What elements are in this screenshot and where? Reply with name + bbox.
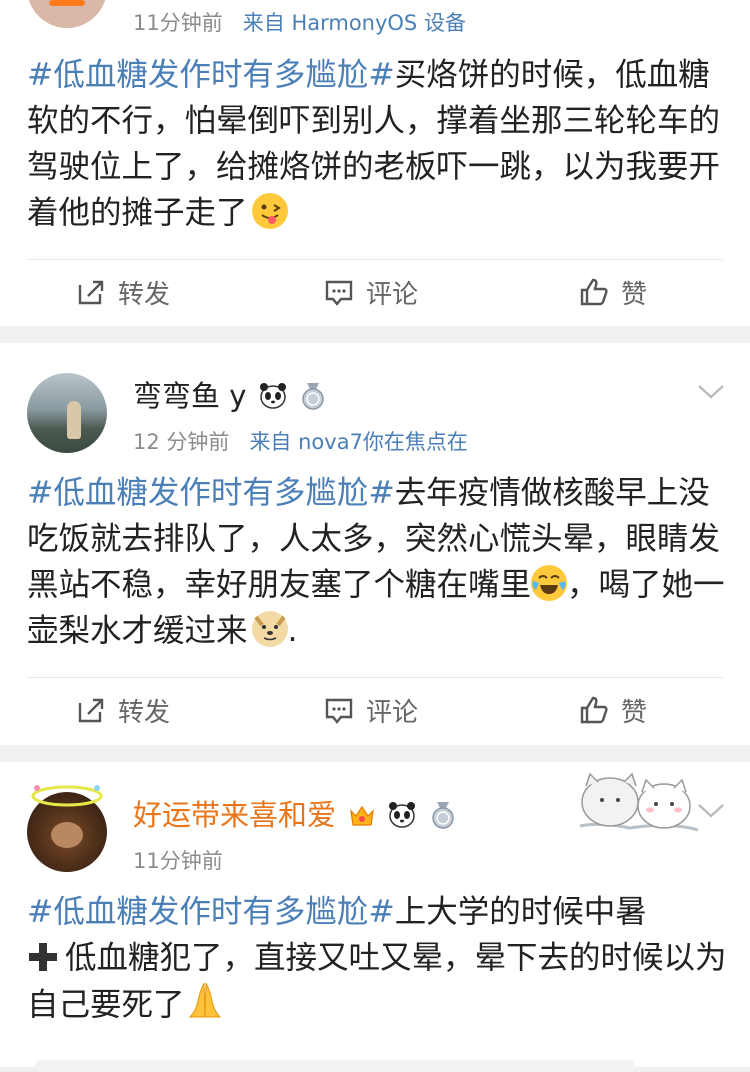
plus-icon: [29, 943, 57, 971]
divider: [27, 677, 723, 678]
post-time: 11分钟前: [133, 849, 223, 873]
repost-icon: [78, 698, 104, 723]
post-source: 来自 nova7你在焦点在: [249, 430, 468, 454]
comment-label: 评论: [366, 279, 419, 310]
comment-button[interactable]: 评论: [324, 680, 418, 740]
comment-label: 评论: [366, 697, 419, 728]
cat-sticker-decoration-icon: [579, 772, 699, 832]
user-name[interactable]: 好运带来喜和爱: [133, 795, 457, 835]
crown-vip-badge-icon: [350, 805, 375, 826]
repost-icon: [78, 280, 104, 305]
like-label: 赞: [621, 279, 648, 310]
repost-button[interactable]: 转发: [76, 262, 170, 322]
hashtag-link[interactable]: #低血糖发作时有多尴尬#: [27, 475, 395, 511]
medal-badge-icon: [431, 802, 454, 829]
repost-button[interactable]: 转发: [76, 680, 170, 740]
post-actions: 转发 评论 赞: [0, 680, 750, 740]
thumbs-up-icon: [580, 278, 608, 306]
halo-decoration-icon: [31, 785, 103, 807]
post-meta: 12 分钟前 来自 nova7你在焦点在: [133, 428, 468, 456]
repost-label: 转发: [118, 697, 171, 728]
weibo-post: 好运带来喜和爱 11分钟前 #低血糖发作时有多尴尬#上大学的时候中暑低血糖犯了，…: [0, 762, 750, 1072]
post-actions: 转发 评论 赞: [0, 262, 750, 322]
user-name[interactable]: 弯弯鱼 y: [133, 376, 327, 416]
bottom-input-bar: [35, 1060, 635, 1072]
comment-icon: [325, 280, 353, 306]
panda-badge-icon: [259, 383, 286, 409]
like-button[interactable]: 赞: [579, 680, 647, 740]
crying-laughing-emoji-icon: [531, 565, 568, 601]
praying-hands-emoji-icon: [188, 982, 221, 1018]
thumbs-up-icon: [580, 696, 608, 724]
post-meta: 11分钟前: [133, 847, 223, 875]
panda-badge-icon: [389, 802, 416, 828]
user-name-text: 好运带来喜和爱: [133, 798, 337, 832]
avatar[interactable]: [27, 373, 107, 453]
post-body-text: 上大学的时候中暑: [394, 894, 647, 930]
comment-button[interactable]: 评论: [324, 262, 418, 322]
like-button[interactable]: 赞: [579, 262, 647, 322]
post-text: #低血糖发作时有多尴尬#去年疫情做核酸早上没吃饭就去排队了，人太多，突然心慌头晕…: [27, 470, 727, 654]
post-time: 11分钟前: [133, 11, 223, 35]
hashtag-link[interactable]: #低血糖发作时有多尴尬#: [27, 57, 395, 93]
post-body-text-continued: 低血糖犯了，直接又吐又晕，晕下去的时候以为自己要死了: [27, 940, 727, 1023]
post-time: 12 分钟前: [133, 430, 230, 454]
post-meta: 11分钟前 来自 HarmonyOS 设备: [133, 9, 466, 37]
tongue-emoji-icon: [251, 193, 288, 229]
doge-emoji-icon: [251, 611, 288, 647]
post-source: 来自 HarmonyOS 设备: [242, 11, 466, 35]
chevron-down-icon[interactable]: [697, 802, 725, 820]
comment-icon: [325, 698, 353, 724]
post-text: #低血糖发作时有多尴尬#买烙饼的时候，低血糖软的不行，怕晕倒吓到别人，撑着坐那三…: [27, 52, 727, 236]
avatar[interactable]: [27, 0, 107, 28]
repost-label: 转发: [118, 279, 171, 310]
post-text: #低血糖发作时有多尴尬#上大学的时候中暑低血糖犯了，直接又吐又晕，晕下去的时候以…: [27, 889, 727, 1028]
weibo-post: 11分钟前 来自 HarmonyOS 设备 #低血糖发作时有多尴尬#买烙饼的时候…: [0, 0, 750, 326]
chevron-down-icon[interactable]: [697, 383, 725, 401]
like-label: 赞: [621, 697, 648, 728]
divider: [27, 259, 723, 260]
medal-badge-icon: [302, 383, 324, 410]
weibo-post: 弯弯鱼 y 12 分钟前 来自 nova7你在焦点在 #低血糖发作时有多尴尬#去…: [0, 343, 750, 745]
hashtag-link[interactable]: #低血糖发作时有多尴尬#: [27, 894, 395, 930]
user-name-text: 弯弯鱼 y: [133, 379, 247, 413]
post-body-text-end: .: [287, 613, 298, 649]
